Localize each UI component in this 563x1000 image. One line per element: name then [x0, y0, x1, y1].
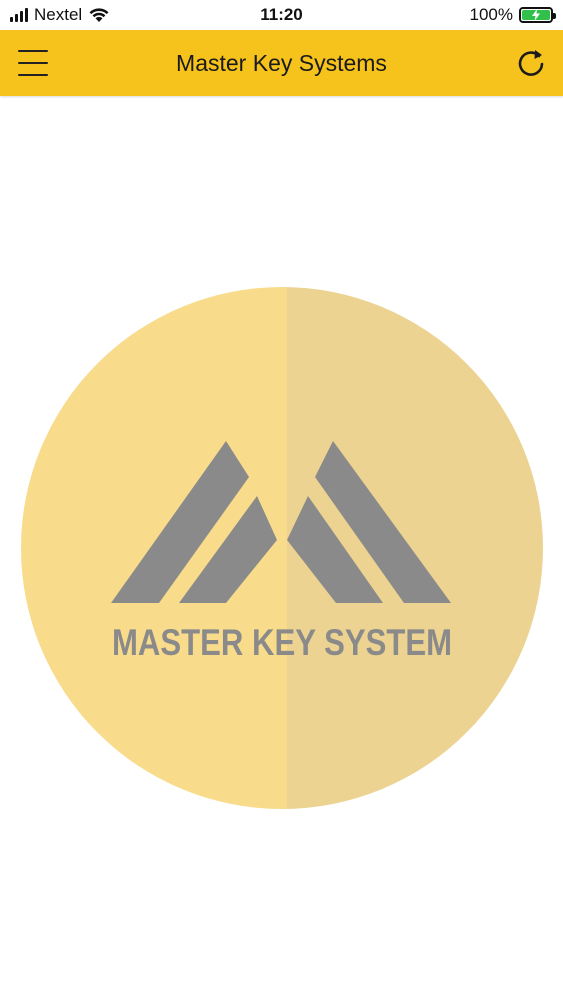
- company-logo: MASTER KEY SYSTEM: [21, 287, 543, 809]
- wifi-icon: [89, 8, 109, 22]
- status-right: 100%: [469, 5, 556, 25]
- page-title: Master Key Systems: [176, 49, 387, 76]
- status-bar: Nextel 11:20 100%: [0, 0, 563, 30]
- logo-text: MASTER KEY SYSTEM: [112, 622, 452, 663]
- battery-percent: 100%: [469, 5, 513, 24]
- carrier-name: Nextel: [34, 5, 83, 24]
- signal-icon: [10, 8, 28, 22]
- app-bar: Master Key Systems: [0, 30, 563, 96]
- status-left: Nextel: [10, 5, 110, 25]
- refresh-icon[interactable]: [515, 47, 547, 79]
- hamburger-menu-icon[interactable]: [18, 50, 48, 76]
- battery-charging-icon: [519, 7, 556, 23]
- logo-graphic: MASTER KEY SYSTEM: [21, 287, 543, 809]
